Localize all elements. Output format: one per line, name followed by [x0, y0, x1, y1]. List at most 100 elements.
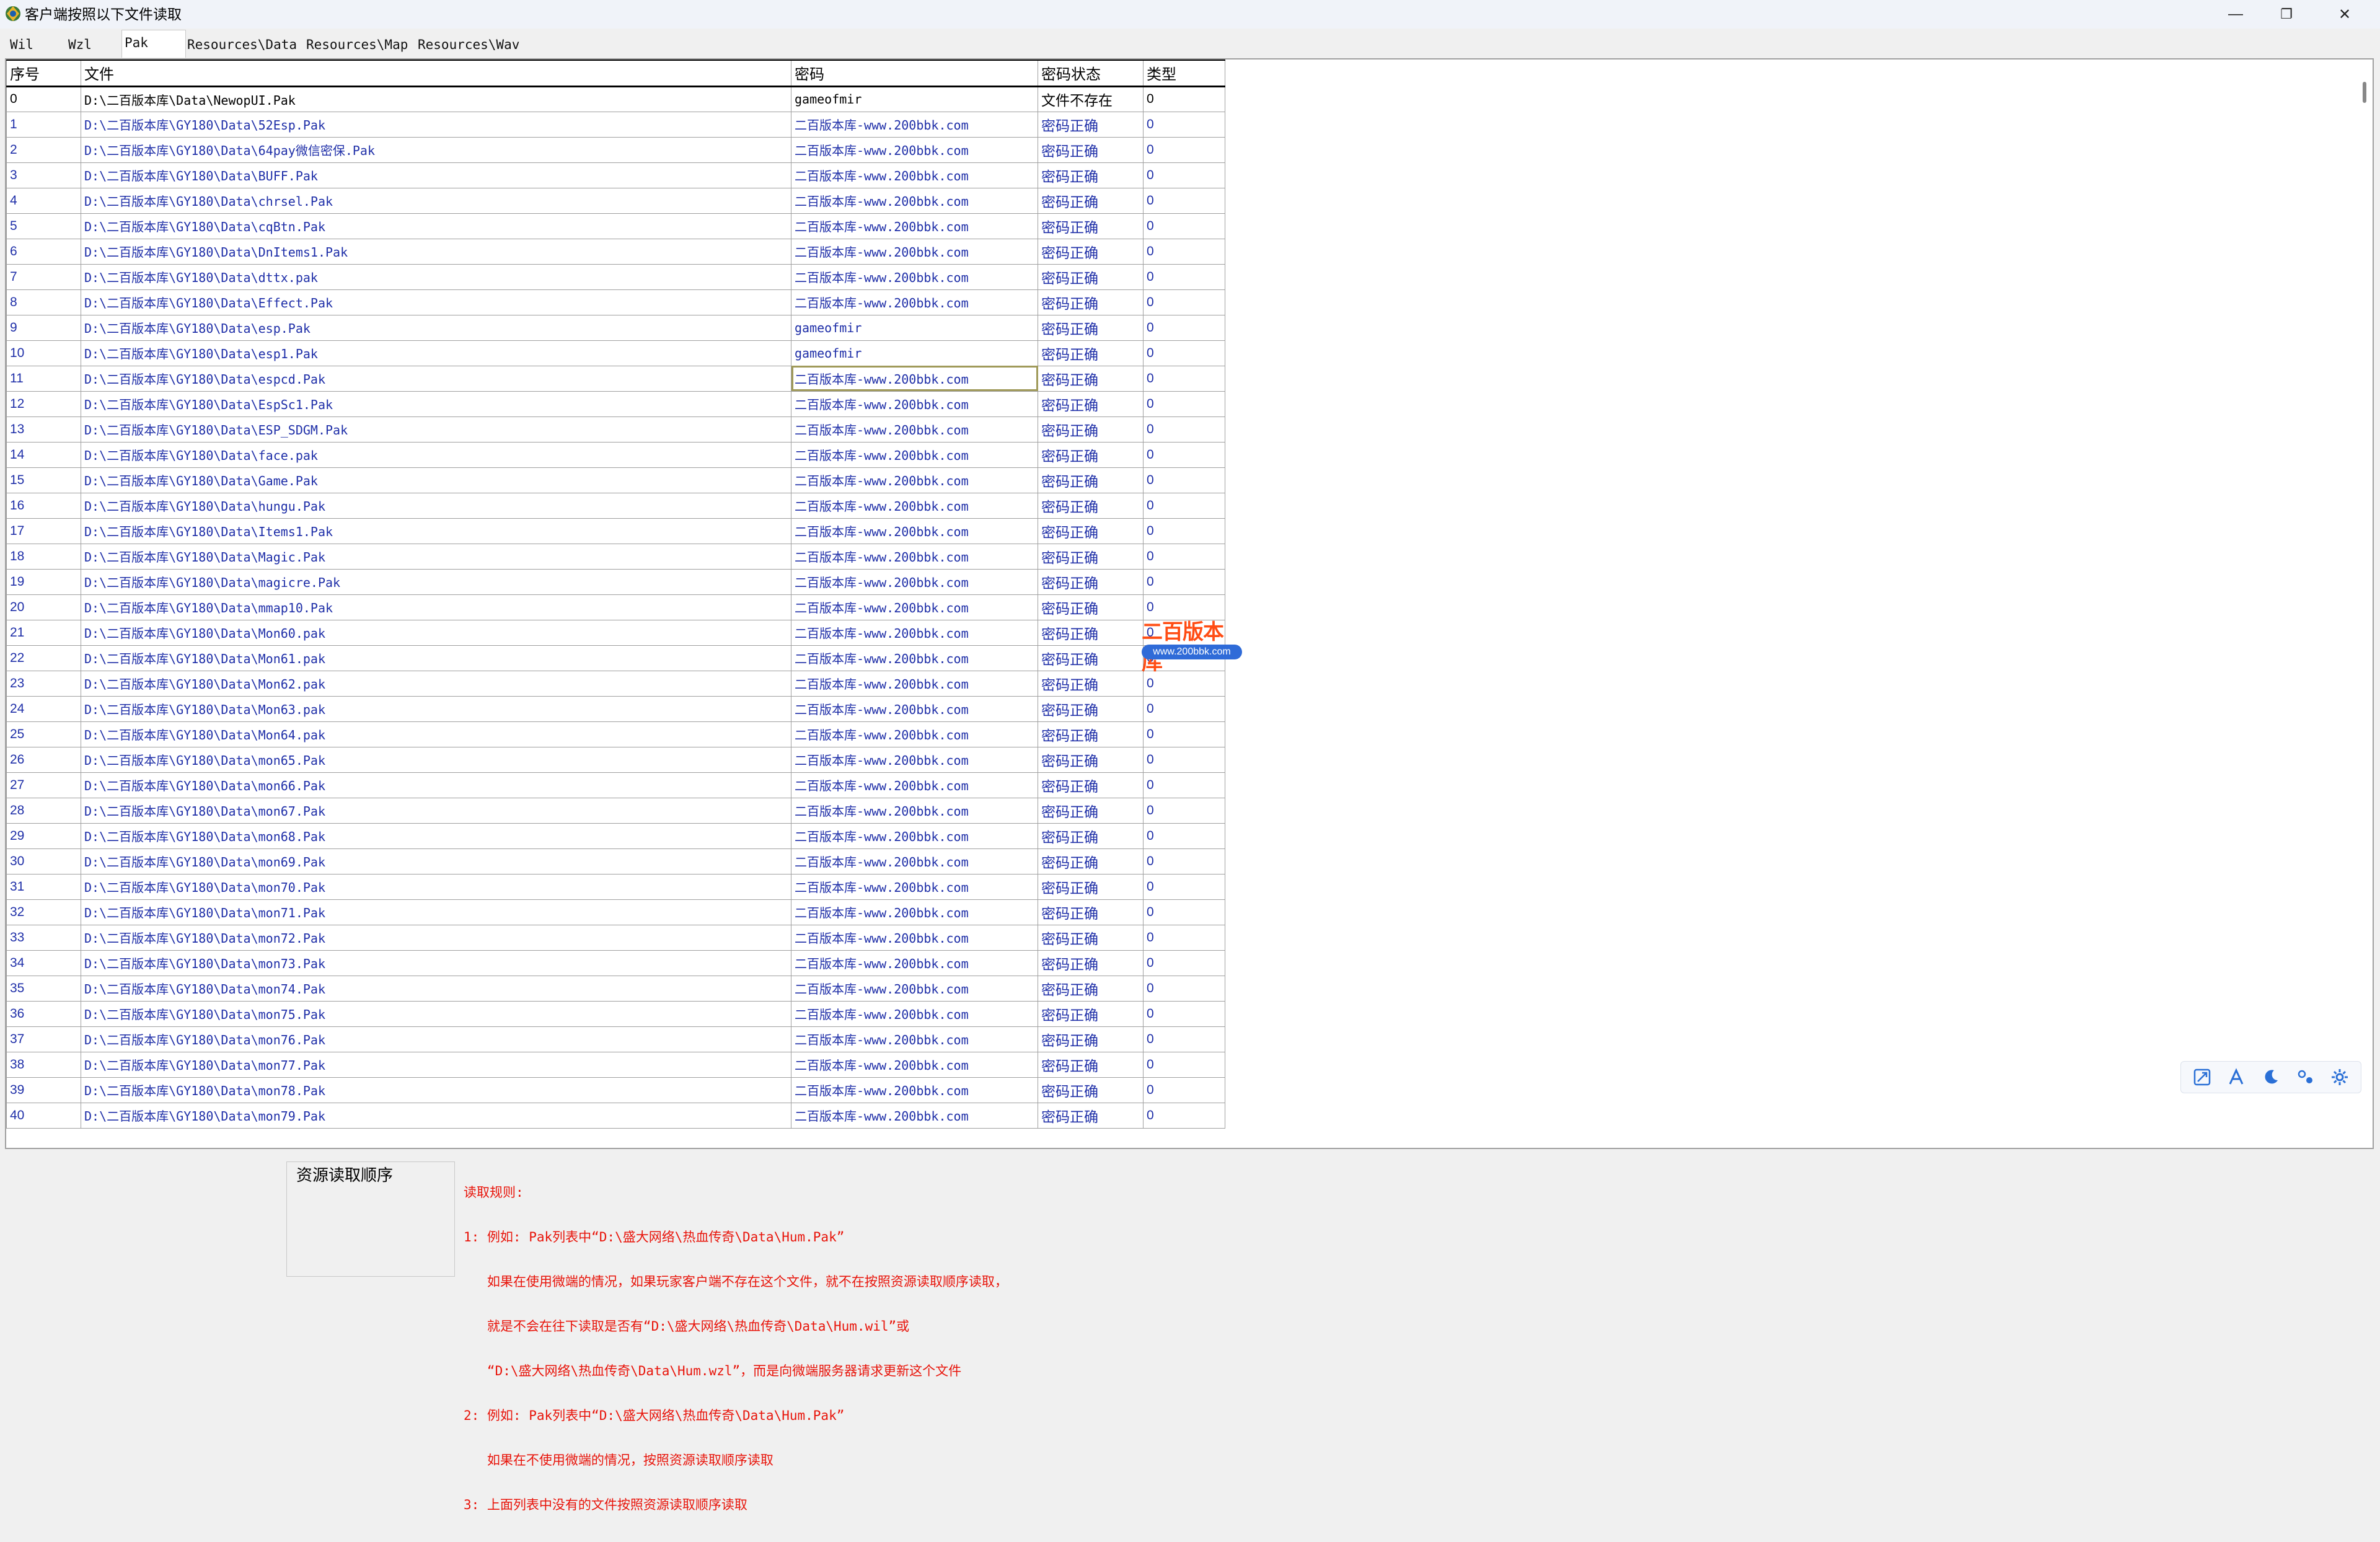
cell-password[interactable]: gameofmir	[791, 314, 1038, 341]
image-search-icon[interactable]	[2191, 1066, 2213, 1088]
cell-index[interactable]: 20	[6, 594, 81, 620]
cell-password-status[interactable]: 密码正确	[1038, 949, 1144, 976]
cell-index[interactable]: 39	[6, 1077, 81, 1103]
table-row[interactable]: 35 D:\二百版本库\GY180\Data\mon74.Pak 二百版本库-www…	[6, 975, 1225, 1002]
tab-resources-data[interactable]: Resources\Data	[185, 33, 299, 56]
cell-index[interactable]: 7	[6, 263, 81, 290]
cell-file[interactable]: D:\二百版本库\Data\NewopUI.Pak	[81, 86, 791, 112]
cell-file[interactable]: D:\二百版本库\GY180\Data\magicre.Pak	[81, 568, 791, 595]
cell-password-status[interactable]: 密码正确	[1038, 1000, 1144, 1027]
cell-index[interactable]: 3	[6, 162, 81, 188]
table-row[interactable]: 40 D:\二百版本库\GY180\Data\mon79.Pak 二百版本库-www…	[6, 1102, 1225, 1129]
table-row[interactable]: 9 D:\二百版本库\GY180\Data\esp.Pak gameofmir 密码正…	[6, 314, 1225, 341]
cell-type[interactable]: 0	[1143, 1026, 1225, 1052]
cell-type[interactable]: 0	[1143, 492, 1225, 519]
cell-file[interactable]: D:\二百版本库\GY180\Data\mon71.Pak	[81, 899, 791, 925]
cell-type[interactable]: 0	[1143, 822, 1225, 849]
table-row[interactable]: 37 D:\二百版本库\GY180\Data\mon76.Pak 二百版本库-www…	[6, 1026, 1225, 1052]
cell-password[interactable]: 二百版本库-www.200bbk.com	[791, 1051, 1038, 1078]
cell-password[interactable]: 二百版本库-www.200bbk.com	[791, 1102, 1038, 1129]
cell-type[interactable]: 0	[1143, 543, 1225, 570]
vertical-scrollbar[interactable]	[2356, 59, 2373, 1148]
cell-index[interactable]: 40	[6, 1102, 81, 1129]
cell-index[interactable]: 16	[6, 492, 81, 519]
moon-icon[interactable]	[2260, 1066, 2282, 1088]
cell-password-status[interactable]: 密码正确	[1038, 340, 1144, 366]
cell-password-status[interactable]: 密码正确	[1038, 314, 1144, 341]
cell-type[interactable]: 0	[1143, 136, 1225, 163]
cell-password-status[interactable]: 密码正确	[1038, 695, 1144, 722]
cell-password-status[interactable]: 密码正确	[1038, 924, 1144, 951]
cell-password[interactable]: 二百版本库-www.200bbk.com	[791, 1026, 1038, 1052]
table-row[interactable]: 25 D:\二百版本库\GY180\Data\Mon64.pak 二百版本库-www…	[6, 721, 1225, 747]
table-row[interactable]: 6 D:\二百版本库\GY180\Data\DnItems1.Pak 二百版本库-w…	[6, 238, 1225, 265]
cell-password[interactable]: gameofmir	[791, 86, 1038, 112]
cell-password[interactable]: 二百版本库-www.200bbk.com	[791, 289, 1038, 315]
cell-password[interactable]: 二百版本库-www.200bbk.com	[791, 238, 1038, 265]
cell-type[interactable]: 0	[1143, 162, 1225, 188]
tab-wzl[interactable]: Wzl	[66, 33, 94, 56]
cell-index[interactable]: 34	[6, 949, 81, 976]
cell-type[interactable]: 0	[1143, 848, 1225, 875]
cell-index[interactable]: 15	[6, 467, 81, 493]
cell-file[interactable]: D:\二百版本库\GY180\Data\mon77.Pak	[81, 1051, 791, 1078]
cell-password[interactable]: 二百版本库-www.200bbk.com	[791, 772, 1038, 798]
cell-password[interactable]: 二百版本库-www.200bbk.com	[791, 390, 1038, 417]
cell-password-status[interactable]: 密码正确	[1038, 441, 1144, 468]
cell-file[interactable]: D:\二百版本库\GY180\Data\Mon63.pak	[81, 695, 791, 722]
cell-password[interactable]: 二百版本库-www.200bbk.com	[791, 949, 1038, 976]
cell-password[interactable]: 二百版本库-www.200bbk.com	[791, 543, 1038, 570]
cell-index[interactable]: 22	[6, 645, 81, 671]
cell-type[interactable]: 0	[1143, 1077, 1225, 1103]
cell-password[interactable]: 二百版本库-www.200bbk.com	[791, 899, 1038, 925]
cell-type[interactable]: 0	[1143, 467, 1225, 493]
cell-file[interactable]: D:\二百版本库\GY180\Data\chrsel.Pak	[81, 187, 791, 214]
table-row[interactable]: 15 D:\二百版本库\GY180\Data\Game.Pak 二百版本库-www.…	[6, 467, 1225, 493]
cell-type[interactable]: 0	[1143, 924, 1225, 951]
cell-password-status[interactable]: 密码正确	[1038, 975, 1144, 1002]
cell-index[interactable]: 18	[6, 543, 81, 570]
cell-password-status[interactable]: 密码正确	[1038, 263, 1144, 290]
cell-password[interactable]: 二百版本库-www.200bbk.com	[791, 568, 1038, 595]
cell-index[interactable]: 10	[6, 340, 81, 366]
table-row[interactable]: 0 D:\二百版本库\Data\NewopUI.Pak gameofmir 文件不存在…	[6, 86, 1225, 112]
cell-password[interactable]: 二百版本库-www.200bbk.com	[791, 594, 1038, 620]
cell-file[interactable]: D:\二百版本库\GY180\Data\52Esp.Pak	[81, 111, 791, 138]
cell-password[interactable]: 二百版本库-www.200bbk.com	[791, 873, 1038, 900]
cell-index[interactable]: 5	[6, 213, 81, 239]
cell-password-status[interactable]: 密码正确	[1038, 822, 1144, 849]
cell-index[interactable]: 23	[6, 670, 81, 697]
cell-file[interactable]: D:\二百版本库\GY180\Data\Mon60.pak	[81, 619, 791, 646]
cell-index[interactable]: 35	[6, 975, 81, 1002]
cell-type[interactable]: 0	[1143, 518, 1225, 544]
table-row[interactable]: 7 D:\二百版本库\GY180\Data\dttx.pak 二百版本库-www.2…	[6, 263, 1225, 290]
table-row[interactable]: 17 D:\二百版本库\GY180\Data\Items1.Pak 二百版本库-ww…	[6, 518, 1225, 544]
cell-type[interactable]: 0	[1143, 797, 1225, 824]
cell-index[interactable]: 0	[6, 86, 81, 112]
cell-password-status[interactable]: 密码正确	[1038, 518, 1144, 544]
table-row[interactable]: 4 D:\二百版本库\GY180\Data\chrsel.Pak 二百版本库-www…	[6, 187, 1225, 214]
cell-password-status[interactable]: 密码正确	[1038, 543, 1144, 570]
table-row[interactable]: 13 D:\二百版本库\GY180\Data\ESP_SDGM.Pak 二百版本库-…	[6, 416, 1225, 443]
cell-type[interactable]: 0	[1143, 721, 1225, 747]
cell-type[interactable]: 0	[1143, 213, 1225, 239]
table-row[interactable]: 28 D:\二百版本库\GY180\Data\mon67.Pak 二百版本库-www…	[6, 797, 1225, 824]
cell-password[interactable]: 二百版本库-www.200bbk.com	[791, 924, 1038, 951]
table-row[interactable]: 5 D:\二百版本库\GY180\Data\cqBtn.Pak 二百版本库-www.…	[6, 213, 1225, 239]
text-icon[interactable]	[2225, 1066, 2247, 1088]
cell-type[interactable]: 0	[1143, 772, 1225, 798]
cell-index[interactable]: 27	[6, 772, 81, 798]
cell-password-status[interactable]: 密码正确	[1038, 594, 1144, 620]
cell-type[interactable]: 0	[1143, 416, 1225, 443]
cell-password-status[interactable]: 密码正确	[1038, 289, 1144, 315]
cell-password-status[interactable]: 密码正确	[1038, 136, 1144, 163]
cell-password-status[interactable]: 密码正确	[1038, 390, 1144, 417]
table-row[interactable]: 36 D:\二百版本库\GY180\Data\mon75.Pak 二百版本库-www…	[6, 1000, 1225, 1027]
cell-type[interactable]: 0	[1143, 314, 1225, 341]
cell-password[interactable]: gameofmir	[791, 340, 1038, 366]
cell-index[interactable]: 2	[6, 136, 81, 163]
cell-file[interactable]: D:\二百版本库\GY180\Data\face.pak	[81, 441, 791, 468]
cell-file[interactable]: D:\二百版本库\GY180\Data\mon68.Pak	[81, 822, 791, 849]
cell-type[interactable]: 0	[1143, 340, 1225, 366]
cell-password-status[interactable]: 密码正确	[1038, 365, 1144, 392]
